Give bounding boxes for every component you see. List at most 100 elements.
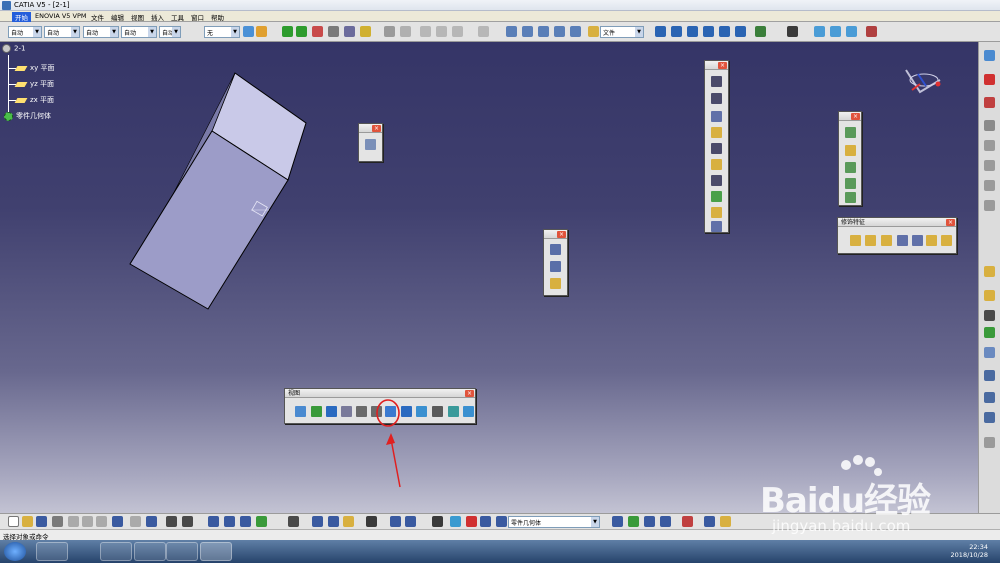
groove-icon[interactable] xyxy=(711,127,722,138)
close-icon[interactable]: × xyxy=(557,231,566,238)
exit-workbench-icon[interactable] xyxy=(984,50,995,61)
catalog-icon[interactable] xyxy=(846,26,857,37)
comment-icon[interactable] xyxy=(182,516,193,527)
dimension-icon[interactable] xyxy=(436,26,447,37)
copy-format-icon[interactable] xyxy=(256,26,267,37)
material-icon[interactable] xyxy=(450,516,461,527)
plane-icon[interactable] xyxy=(687,26,698,37)
close-icon[interactable]: × xyxy=(465,390,474,397)
check-icon[interactable] xyxy=(256,516,267,527)
compass-icon[interactable] xyxy=(312,26,323,37)
grid-icon[interactable] xyxy=(984,392,995,403)
formula-icon[interactable] xyxy=(166,516,177,527)
affinity-icon[interactable] xyxy=(845,192,856,203)
tree-item-xy-plane[interactable]: xy 平面 xyxy=(14,63,55,73)
select-icon[interactable] xyxy=(360,26,371,37)
join-icon[interactable] xyxy=(719,26,730,37)
shaft-icon[interactable] xyxy=(711,111,722,122)
annotation-icon[interactable] xyxy=(984,266,995,277)
thickness-icon[interactable] xyxy=(912,235,923,246)
print-icon[interactable] xyxy=(52,516,63,527)
remove-loft-icon[interactable] xyxy=(711,221,722,232)
fit-all-icon[interactable] xyxy=(311,406,322,417)
tree-root[interactable]: 2-1 xyxy=(2,44,25,53)
taskbar-app-360[interactable] xyxy=(100,542,132,561)
menu-edit[interactable]: 编辑 xyxy=(108,12,127,22)
compass-icon[interactable] xyxy=(405,516,416,527)
pattern-icon[interactable] xyxy=(845,162,856,173)
shell-icon[interactable] xyxy=(897,235,908,246)
layer-combo[interactable]: 无 ▼ xyxy=(204,26,240,38)
body-combo[interactable]: 零件几何体 ▼ xyxy=(508,516,600,528)
line-thickness-combo[interactable]: 自动 ▼ xyxy=(83,26,119,38)
taskbar-app-catia[interactable] xyxy=(200,542,232,561)
pad-icon[interactable] xyxy=(711,76,722,87)
constraint-icon[interactable] xyxy=(420,26,431,37)
folder-icon[interactable] xyxy=(588,26,599,37)
stiffener-icon[interactable] xyxy=(711,191,722,202)
ordered-set-icon[interactable] xyxy=(644,516,655,527)
undo-icon[interactable] xyxy=(384,26,395,37)
sketch-icon[interactable] xyxy=(365,139,376,150)
tree-item-part-body[interactable]: 零件几何体 xyxy=(4,111,51,121)
axis-system-icon[interactable] xyxy=(984,412,995,423)
pan-icon[interactable] xyxy=(326,406,337,417)
swap-space-icon[interactable] xyxy=(463,406,474,417)
menu-start[interactable]: 开始 xyxy=(12,12,31,22)
point-icon[interactable] xyxy=(655,26,666,37)
healing-icon[interactable] xyxy=(735,26,746,37)
parameter-icon[interactable] xyxy=(720,516,731,527)
rotate-icon[interactable] xyxy=(296,26,307,37)
menu-tools[interactable]: 工具 xyxy=(168,12,187,22)
taskbar-app-wechat[interactable] xyxy=(134,542,166,561)
publish-icon[interactable] xyxy=(704,516,715,527)
constraint-icon[interactable] xyxy=(984,120,995,131)
axis-icon[interactable] xyxy=(703,26,714,37)
paint-brush-icon[interactable] xyxy=(243,26,254,37)
hide-show-icon[interactable] xyxy=(448,406,459,417)
mirror-icon[interactable] xyxy=(845,145,856,156)
stop-icon[interactable] xyxy=(984,74,995,85)
menu-enovia[interactable]: ENOVIA V5 VPM xyxy=(32,12,89,20)
tree-item-yz-plane[interactable]: yz 平面 xyxy=(14,79,54,89)
knowledge-icon[interactable] xyxy=(240,516,251,527)
tree-item-zx-plane[interactable]: zx 平面 xyxy=(14,95,54,105)
layers-icon[interactable] xyxy=(480,516,491,527)
redo-icon[interactable] xyxy=(130,516,141,527)
sweep-icon[interactable] xyxy=(570,26,581,37)
fillet-icon[interactable] xyxy=(850,235,861,246)
geometrical-set-icon[interactable] xyxy=(628,516,639,527)
hole-icon[interactable] xyxy=(711,143,722,154)
measure-item-icon[interactable] xyxy=(328,516,339,527)
fly-mode-icon[interactable] xyxy=(295,406,306,417)
close-icon[interactable]: × xyxy=(372,125,381,132)
render-icon[interactable] xyxy=(830,26,841,37)
help-icon[interactable] xyxy=(146,516,157,527)
chamfer-icon[interactable] xyxy=(865,235,876,246)
catalog-icon[interactable] xyxy=(224,516,235,527)
draft-icon[interactable] xyxy=(881,235,892,246)
visualization-icon[interactable] xyxy=(466,516,477,527)
3d-box-model[interactable] xyxy=(120,67,320,312)
table-icon[interactable] xyxy=(208,516,219,527)
open-icon[interactable] xyxy=(22,516,33,527)
pan-icon[interactable] xyxy=(282,26,293,37)
transparency-combo[interactable]: 自动 ▼ xyxy=(44,26,80,38)
taskbar-clock[interactable]: 22:34 2018/10/28 xyxy=(951,543,988,559)
menu-file[interactable]: 文件 xyxy=(88,12,107,22)
assemble-icon[interactable] xyxy=(660,516,671,527)
law-icon[interactable] xyxy=(478,26,489,37)
taskbar-app-ie[interactable] xyxy=(36,542,68,561)
wireframe-icon[interactable] xyxy=(506,26,517,37)
revolve-icon[interactable] xyxy=(554,26,565,37)
formula-icon[interactable] xyxy=(984,347,995,358)
snap-icon[interactable] xyxy=(390,516,401,527)
measure-icon[interactable] xyxy=(328,26,339,37)
menu-insert[interactable]: 插入 xyxy=(148,12,167,22)
apply-material-icon[interactable] xyxy=(984,327,995,338)
line-icon[interactable] xyxy=(671,26,682,37)
loft-icon[interactable] xyxy=(711,207,722,218)
scene-icon[interactable] xyxy=(787,26,798,37)
paste-icon[interactable] xyxy=(96,516,107,527)
sketch-icon[interactable] xyxy=(344,26,355,37)
